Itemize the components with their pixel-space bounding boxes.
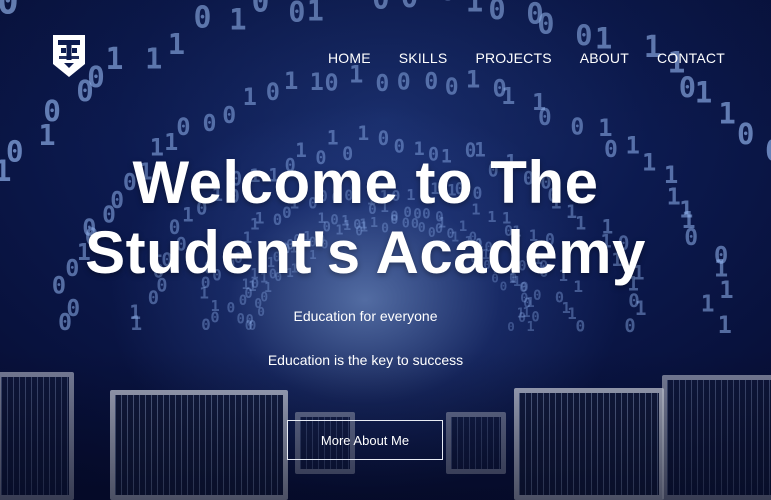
more-about-me-button[interactable]: More About Me bbox=[287, 420, 443, 460]
ts-shield-logo-icon[interactable] bbox=[52, 34, 86, 78]
hero-title-line2: Student's Academy bbox=[85, 219, 646, 286]
hero-tagline-primary: Education for everyone bbox=[293, 308, 438, 324]
nav-about-link[interactable]: ABOUT bbox=[580, 50, 629, 66]
nav-skills-link[interactable]: SKILLS bbox=[399, 50, 448, 66]
nav-home-link[interactable]: HOME bbox=[328, 50, 371, 66]
nav-projects-link[interactable]: PROJECTS bbox=[475, 50, 551, 66]
hero-tagline-secondary: Education is the key to success bbox=[267, 352, 464, 368]
hero-title: Welcome to The Student's Academy bbox=[0, 148, 771, 288]
nav-contact-link[interactable]: CONTACT bbox=[657, 50, 725, 66]
hero-title-line1: Welcome to The bbox=[132, 149, 599, 216]
main-nav: HOME SKILLS PROJECTS ABOUT CONTACT bbox=[328, 50, 725, 66]
